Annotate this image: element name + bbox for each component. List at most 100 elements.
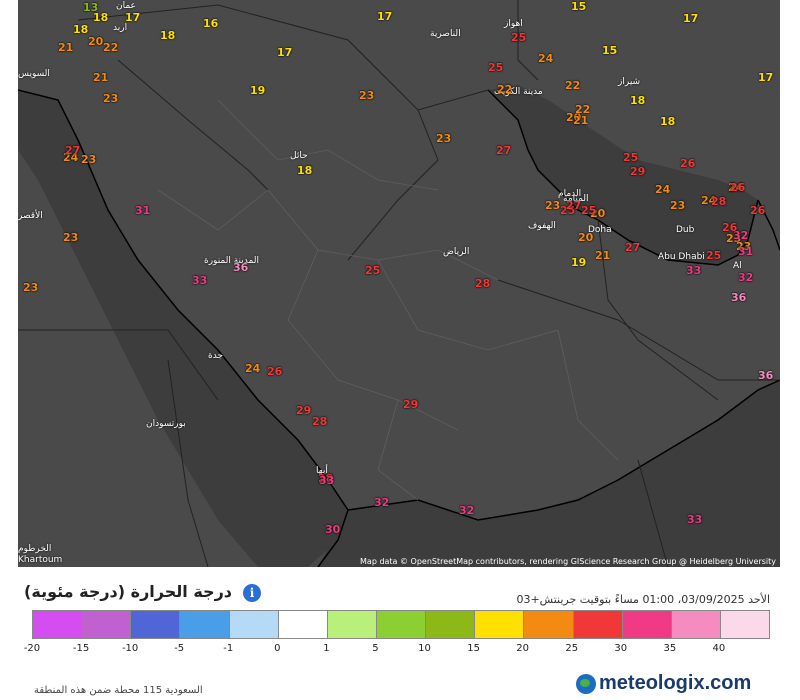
temperature-label[interactable]: 27 bbox=[496, 145, 511, 156]
scale-swatch bbox=[475, 611, 525, 638]
temperature-label[interactable]: 20 bbox=[88, 36, 103, 47]
scale-swatch bbox=[573, 611, 623, 638]
city-label: Abu Dhabi bbox=[658, 252, 705, 262]
temperature-label[interactable]: 23 bbox=[670, 200, 685, 211]
city-label: المدينة المنورة bbox=[204, 256, 259, 266]
temperature-label[interactable]: 18 bbox=[630, 95, 645, 106]
city-label: شيراز bbox=[618, 77, 641, 87]
scale-tick-label: 35 bbox=[663, 643, 677, 654]
temperature-label[interactable]: 22 bbox=[103, 42, 118, 53]
temperature-label[interactable]: 28 bbox=[475, 278, 490, 289]
temperature-label[interactable]: 32 bbox=[459, 505, 474, 516]
temperature-label[interactable]: 25 bbox=[706, 250, 721, 261]
temperature-label[interactable]: 23 bbox=[103, 93, 118, 104]
temperature-label[interactable]: 18 bbox=[660, 116, 675, 127]
city-label: السويس bbox=[18, 69, 50, 79]
temperature-label[interactable]: 33 bbox=[319, 475, 334, 486]
scale-tick-label: 10 bbox=[418, 643, 431, 654]
temperature-label[interactable]: 19 bbox=[571, 257, 586, 268]
temperature-label[interactable]: 25 bbox=[623, 152, 638, 163]
temperature-label[interactable]: 21 bbox=[93, 72, 108, 83]
temperature-label[interactable]: 27 bbox=[65, 145, 80, 156]
temperature-label[interactable]: 25 bbox=[511, 32, 526, 43]
scale-swatch bbox=[524, 611, 574, 638]
temperature-label[interactable]: 23 bbox=[545, 200, 560, 211]
scale-tick-label: -10 bbox=[121, 643, 139, 654]
temperature-label[interactable]: 27 bbox=[625, 242, 640, 253]
temperature-label[interactable]: 17 bbox=[277, 47, 292, 58]
temperature-label[interactable]: 20 bbox=[578, 232, 593, 243]
temperature-label[interactable]: 23 bbox=[63, 232, 78, 243]
temperature-label[interactable]: 19 bbox=[250, 85, 265, 96]
temperature-label[interactable]: 21 bbox=[58, 42, 73, 53]
scale-swatch bbox=[376, 611, 427, 638]
map-attribution[interactable]: Map data © OpenStreetMap contributors, r… bbox=[360, 557, 776, 566]
temperature-label[interactable]: 23 bbox=[359, 90, 374, 101]
city-label: عمان bbox=[116, 1, 136, 11]
temperature-label[interactable]: 26 bbox=[722, 222, 737, 233]
temperature-label[interactable]: 25 bbox=[488, 62, 503, 73]
brand-logo[interactable]: meteologix.com bbox=[576, 672, 751, 695]
temperature-label[interactable]: 29 bbox=[630, 166, 645, 177]
temperature-label[interactable]: 25 bbox=[365, 265, 380, 276]
temperature-label[interactable]: 31 bbox=[738, 246, 753, 257]
temperature-label[interactable]: 17 bbox=[758, 72, 773, 83]
scale-swatch bbox=[622, 611, 672, 638]
city-label: الخرطوم bbox=[18, 544, 52, 554]
scale-tick-label: -15 bbox=[72, 643, 90, 654]
temperature-label[interactable]: 36 bbox=[233, 262, 248, 273]
scale-swatch bbox=[229, 611, 279, 638]
temperature-label[interactable]: 17 bbox=[683, 13, 698, 24]
city-label: الرياض bbox=[443, 247, 470, 257]
temperature-label[interactable]: 17 bbox=[125, 12, 140, 23]
scale-swatch bbox=[720, 611, 770, 638]
temperature-label[interactable]: 18 bbox=[297, 165, 312, 176]
temperature-label[interactable]: 23 bbox=[436, 133, 451, 144]
temperature-label[interactable]: 18 bbox=[73, 24, 88, 35]
temperature-label[interactable]: 27 bbox=[566, 200, 581, 211]
temperature-label[interactable]: 24 bbox=[245, 363, 260, 374]
city-label: حائل bbox=[290, 151, 308, 161]
temperature-label[interactable]: 28 bbox=[312, 416, 327, 427]
temperature-label[interactable]: 22 bbox=[565, 80, 580, 91]
info-icon[interactable]: i bbox=[243, 584, 261, 602]
city-label: بورتسودان bbox=[146, 419, 186, 429]
temperature-label[interactable]: 22 bbox=[497, 84, 512, 95]
temperature-label[interactable]: 24 bbox=[538, 53, 553, 64]
temperature-label[interactable]: 17 bbox=[377, 11, 392, 22]
temperature-label[interactable]: 24 bbox=[655, 184, 670, 195]
temperature-label[interactable]: 21 bbox=[595, 250, 610, 261]
legend-title: درجة الحرارة (درجة مئوية) bbox=[24, 582, 232, 601]
map-geography bbox=[18, 0, 780, 567]
temperature-label[interactable]: 26 bbox=[680, 158, 695, 169]
city-label: الأقصر bbox=[18, 211, 43, 221]
scale-swatch bbox=[671, 611, 721, 638]
temperature-label[interactable]: 30 bbox=[325, 524, 340, 535]
temperature-label[interactable]: 15 bbox=[571, 1, 586, 12]
map-canvas[interactable]: عمان اربد الناصرية اهواز السويس شيراز مدينة ال… bbox=[18, 0, 780, 567]
temperature-label[interactable]: 36 bbox=[731, 292, 746, 303]
temperature-label[interactable]: 36 bbox=[758, 370, 773, 381]
temperature-label[interactable]: 31 bbox=[135, 205, 150, 216]
temperature-label[interactable]: 33 bbox=[686, 265, 701, 276]
temperature-label[interactable]: 15 bbox=[602, 45, 617, 56]
temperature-label[interactable]: 21 bbox=[573, 115, 588, 126]
temperature-label[interactable]: 33 bbox=[687, 514, 702, 525]
temperature-label[interactable]: 18 bbox=[160, 30, 175, 41]
temperature-label[interactable]: 26 bbox=[267, 366, 282, 377]
temperature-label[interactable]: 33 bbox=[192, 275, 207, 286]
temperature-color-scale bbox=[32, 610, 770, 639]
temperature-label[interactable]: 28 bbox=[711, 196, 726, 207]
temperature-label[interactable]: 26 bbox=[730, 182, 745, 193]
temperature-label[interactable]: 16 bbox=[203, 18, 218, 29]
temperature-label[interactable]: 25 bbox=[581, 205, 596, 216]
temperature-label[interactable]: 23 bbox=[81, 154, 96, 165]
temperature-label[interactable]: 29 bbox=[296, 405, 311, 416]
temperature-label[interactable]: 32 bbox=[374, 497, 389, 508]
temperature-label[interactable]: 26 bbox=[750, 205, 765, 216]
globe-icon bbox=[576, 673, 596, 694]
temperature-label[interactable]: 29 bbox=[403, 399, 418, 410]
temperature-label[interactable]: 18 bbox=[93, 12, 108, 23]
temperature-label[interactable]: 23 bbox=[23, 282, 38, 293]
temperature-label[interactable]: 32 bbox=[738, 272, 753, 283]
